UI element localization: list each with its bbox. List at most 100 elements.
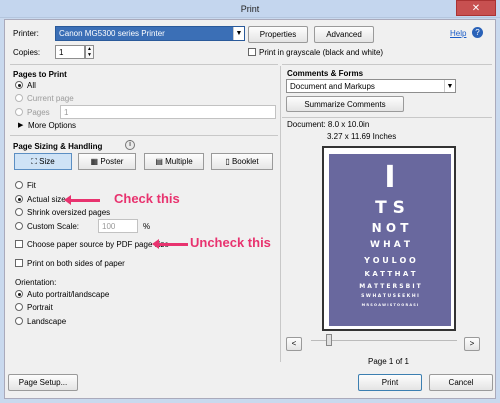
chevron-down-icon: ▼ [233, 27, 244, 40]
page-slider-thumb[interactable] [326, 334, 332, 346]
page-indicator: Page 1 of 1 [368, 357, 409, 366]
chevron-down-icon: ▼ [444, 80, 455, 92]
both-sides-checkbox[interactable] [15, 259, 23, 267]
landscape-label: Landscape [27, 317, 67, 326]
help-icon[interactable]: ? [472, 27, 483, 38]
multiple-icon: ▤ [155, 157, 163, 166]
shrink-label: Shrink oversized pages [27, 208, 111, 217]
divider [10, 64, 278, 65]
comments-title: Comments & Forms [287, 69, 364, 78]
close-button[interactable]: ✕ [456, 0, 496, 16]
printer-select[interactable]: Canon MG5300 series Printer ▼ [55, 26, 245, 41]
copies-label: Copies: [13, 48, 41, 57]
more-options-link[interactable]: More Options [28, 121, 76, 130]
document-size-label: Document: 8.0 x 10.0in [287, 120, 370, 129]
chevron-right-icon: > [469, 339, 475, 348]
expand-triangle-icon[interactable]: ▶ [18, 121, 23, 129]
summarize-comments-button[interactable]: Summarize Comments [286, 96, 404, 112]
info-icon[interactable]: i [125, 140, 135, 150]
auto-orientation-label: Auto portrait/landscape [27, 290, 110, 299]
paper-source-label: Choose paper source by PDF page size [27, 240, 169, 249]
tab-poster[interactable]: ▦ Poster [78, 153, 136, 170]
divider [282, 117, 492, 118]
copies-value: 1 [59, 48, 64, 57]
both-sides-label: Print on both sides of paper [27, 259, 125, 268]
pages-range-input[interactable]: 1 [60, 105, 276, 119]
check-annotation: Check this [114, 191, 180, 206]
tab-booklet[interactable]: ▯ Booklet [211, 153, 273, 170]
uncheck-arrow [152, 239, 188, 249]
panel-divider [280, 66, 281, 362]
properties-button[interactable]: Properties [248, 26, 308, 43]
eye-line: T S [375, 198, 405, 218]
window-title: Print [240, 4, 260, 14]
page-slider-track[interactable] [311, 340, 457, 341]
portrait-radio[interactable] [15, 303, 23, 311]
all-label: All [27, 81, 36, 90]
custom-scale-radio[interactable] [15, 222, 23, 230]
next-page-button[interactable]: > [464, 337, 480, 351]
grayscale-label: Print in grayscale (black and white) [259, 48, 384, 57]
landscape-radio[interactable] [15, 317, 23, 325]
custom-scale-input[interactable]: 100 [98, 219, 138, 233]
help-link[interactable]: Help [450, 29, 466, 38]
eye-line: M A T T E R S B I T [359, 283, 421, 290]
copies-input[interactable]: 1 [55, 45, 85, 59]
pages-label: Pages [27, 108, 50, 117]
divider [282, 64, 492, 65]
eye-line: S W H A T U S E E K H I [361, 294, 419, 299]
shrink-radio[interactable] [15, 208, 23, 216]
eye-chart-image: I T S N O T W H A T Y O U L O O K A T T … [329, 154, 451, 326]
percent-label: % [143, 222, 151, 231]
all-radio[interactable] [15, 81, 23, 89]
tab-multiple[interactable]: ▤ Multiple [144, 153, 204, 170]
advanced-button[interactable]: Advanced [314, 26, 374, 43]
page-setup-button[interactable]: Page Setup... [8, 374, 78, 391]
copies-stepper[interactable]: ▲ ▼ [85, 45, 94, 59]
printer-label: Printer: [13, 29, 39, 38]
close-icon: ✕ [471, 3, 481, 14]
actual-size-radio[interactable] [15, 195, 23, 203]
prev-page-button[interactable]: < [286, 337, 302, 351]
eye-line: K A T T H A T [364, 270, 416, 278]
tab-booklet-label: Booklet [231, 157, 259, 166]
divider [10, 135, 278, 136]
eye-line: W H A T [370, 240, 410, 250]
tab-size[interactable]: ⛶ Size [14, 153, 72, 170]
size-icon: ⛶ [31, 157, 37, 166]
booklet-icon: ▯ [225, 157, 230, 166]
paper-source-checkbox[interactable] [15, 240, 23, 248]
fit-label: Fit [27, 181, 36, 190]
chevron-left-icon: < [291, 339, 297, 348]
paper-size-label: 3.27 x 11.69 Inches [327, 132, 397, 141]
print-preview: I T S N O T W H A T Y O U L O O K A T T … [322, 146, 456, 331]
pages-to-print-title: Pages to Print [13, 70, 67, 79]
comments-select[interactable]: Document and Markups ▼ [286, 79, 456, 93]
pages-range-value: 1 [64, 108, 69, 117]
tab-size-label: Size [39, 157, 55, 166]
tab-poster-label: Poster [100, 157, 124, 166]
eye-line: N O T [371, 221, 409, 235]
pages-radio[interactable] [15, 108, 23, 116]
portrait-label: Portrait [27, 303, 53, 312]
fit-radio[interactable] [15, 181, 23, 189]
custom-scale-label: Custom Scale: [27, 222, 80, 231]
current-page-label: Current page [27, 94, 74, 103]
cancel-button[interactable]: Cancel [429, 374, 493, 391]
grayscale-checkbox[interactable] [248, 48, 256, 56]
actual-size-label: Actual size [27, 195, 66, 204]
eye-line: Y O U L O O [364, 256, 416, 265]
page-sizing-title: Page Sizing & Handling [13, 142, 103, 151]
uncheck-annotation: Uncheck this [190, 235, 271, 250]
custom-scale-value: 100 [102, 222, 116, 231]
eye-line: I [384, 160, 396, 195]
print-button[interactable]: Print [358, 374, 422, 391]
auto-orientation-radio[interactable] [15, 290, 23, 298]
orientation-title: Orientation: [15, 278, 57, 287]
poster-icon: ▦ [90, 157, 99, 166]
tab-multiple-label: Multiple [165, 157, 193, 166]
eye-line: M R S O A W I S T O O R A S I [361, 303, 419, 307]
current-page-radio[interactable] [15, 94, 23, 102]
printer-value: Canon MG5300 series Printer [59, 29, 165, 38]
comments-value: Document and Markups [290, 82, 375, 91]
